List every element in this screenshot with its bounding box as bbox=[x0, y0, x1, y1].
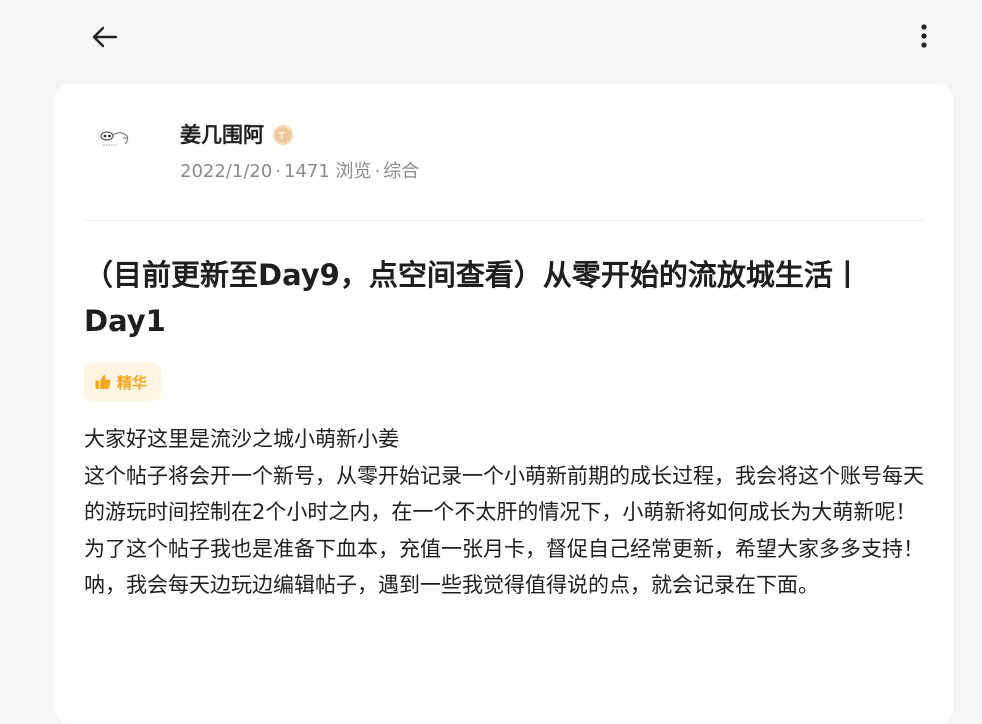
author-row: 姜几围阿 T bbox=[180, 120, 294, 150]
avatar[interactable] bbox=[90, 114, 140, 164]
body-paragraph: 大家好这里是流沙之城小萌新小姜 bbox=[84, 427, 399, 451]
back-button[interactable] bbox=[86, 18, 124, 56]
avatar-sketch-icon bbox=[100, 131, 129, 146]
author-name[interactable]: 姜几围阿 bbox=[180, 120, 264, 150]
level-badge-icon: T bbox=[272, 124, 294, 146]
more-vertical-icon bbox=[921, 24, 927, 48]
post-meta: 2022/1/20 · 1471 浏览 · 综合 bbox=[180, 160, 419, 184]
featured-tag[interactable]: 精华 bbox=[84, 363, 162, 401]
more-options-button[interactable] bbox=[906, 18, 942, 54]
post-title: （目前更新至Day9，点空间查看）从零开始的流放城生活丨Day1 bbox=[84, 258, 862, 338]
body-paragraph: 呐，我会每天边玩边编辑帖子，遇到一些我觉得值得说的点，就会记录在下面。 bbox=[84, 573, 819, 597]
top-bar bbox=[0, 0, 982, 72]
post-category[interactable]: 综合 bbox=[383, 161, 419, 182]
tag-label: 精华 bbox=[117, 373, 148, 392]
post-date: 2022/1/20 bbox=[180, 161, 273, 182]
meta-separator: · bbox=[374, 161, 381, 182]
arrow-left-icon bbox=[92, 26, 118, 48]
divider bbox=[84, 220, 923, 221]
level-badge-letter: T bbox=[278, 131, 284, 142]
thumbs-up-icon bbox=[95, 375, 111, 389]
body-paragraph: 为了这个帖子我也是准备下血本，充值一张月卡，督促自己经常更新，希望大家多多支持！ bbox=[84, 536, 924, 561]
meta-separator: · bbox=[275, 161, 282, 182]
body-paragraph: 这个帖子将会开一个新号，从零开始记录一个小萌新前期的成长过程，我会将这个账号每天… bbox=[84, 463, 924, 525]
post-card: 姜几围阿 T 2022/1/20 · 1471 浏览 · 综合 （目前更新至Day9，点… bbox=[54, 84, 953, 724]
view-count: 1471 浏览 bbox=[284, 161, 372, 182]
post-body: 大家好这里是流沙之城小萌新小姜 这个帖子将会开一个新号，从零开始记录一个小萌新前… bbox=[84, 421, 934, 604]
